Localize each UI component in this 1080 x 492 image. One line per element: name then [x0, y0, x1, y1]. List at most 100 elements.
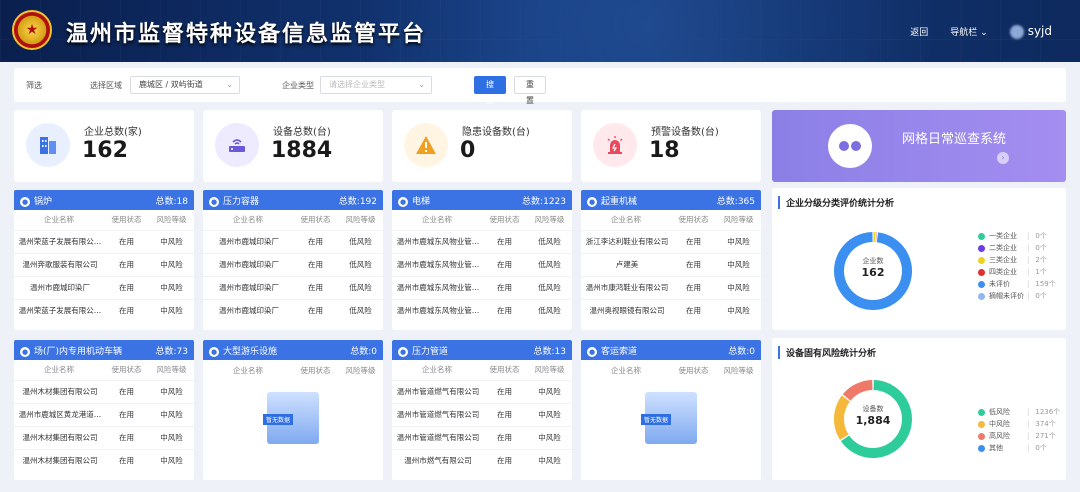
panel-total: 总数:13	[533, 344, 566, 357]
table-row[interactable]: 温州市管道燃气有限公司 在用 中风险	[392, 402, 572, 426]
legend-item[interactable]: 未评价 | 159个	[978, 278, 1056, 290]
status-cell: 在用	[293, 298, 338, 322]
risk-level-cell: 中风险	[149, 275, 194, 299]
legend-item[interactable]: 四类企业 | 1个	[978, 266, 1056, 278]
table-row[interactable]: 浙江李达利鞋业有限公司 在用 中风险	[581, 229, 761, 253]
legend-item[interactable]: 低风险 | 1236个	[978, 406, 1060, 418]
panel-table: 企业名称 使用状态 风险等级 温州市管道燃气有限公司 在用 中风险 温州市管道燃气有限公司在…	[392, 360, 572, 472]
back-link[interactable]: 返回	[910, 25, 928, 38]
table-row[interactable]: 温州市康鸿鞋业有限公司 在用 中风险	[581, 275, 761, 299]
enterprise-name-cell: 温州荣蓝子发展有限公…	[14, 298, 104, 322]
table-row[interactable]: 温州市鹿城印染厂 在用 低风险	[203, 252, 383, 276]
panel-header[interactable]: ● 锅炉 总数:18	[14, 190, 194, 210]
device-risk-analysis: 设备固有风险统计分析 设备数 1,884 低风险 | 1236个 中风险 | 374个 高风…	[772, 338, 1066, 480]
table-row[interactable]: 温州奔歌服装有限公司 在用 中风险	[14, 252, 194, 276]
donut-segment[interactable]	[842, 380, 873, 401]
panel-header[interactable]: ● 客运索道 总数:0	[581, 340, 761, 360]
table-row[interactable]: 温州市鹿城印染厂 在用 低风险	[203, 298, 383, 322]
table-row[interactable]: 温州市鹿城区黄龙港道… 在用 中风险	[14, 402, 194, 426]
region-select[interactable]: 鹿城区 / 双屿街道 ⌄	[130, 76, 240, 94]
table-row[interactable]: 温州市鹿城印染厂 在用 低风险	[203, 275, 383, 299]
panel-header[interactable]: ● 起重机械 总数:365	[581, 190, 761, 210]
column-header: 风险等级	[534, 365, 565, 375]
device-panel: ● 压力容器 总数:192 企业名称 使用状态 风险等级 温州市鹿城印染厂 在用 低风险 温州市鹿…	[203, 190, 383, 330]
panel-title-wrap: ● 压力容器	[209, 194, 259, 207]
arrow-right-icon[interactable]: ›	[997, 152, 1009, 164]
enterprise-name-cell: 温州市鹿城印染厂	[203, 298, 293, 322]
table-row[interactable]: 温州木材集团有限公司 在用 中风险	[14, 448, 194, 472]
panel-header[interactable]: ● 场(厂)内专用机动车辆 总数:73	[14, 340, 194, 360]
panel-header[interactable]: ● 压力管道 总数:13	[392, 340, 572, 360]
reset-button[interactable]: 重置	[514, 76, 546, 105]
column-header: 企业名称	[233, 215, 263, 225]
risk-level-cell: 中风险	[527, 402, 572, 426]
column-header: 企业名称	[233, 365, 263, 375]
user-menu[interactable]: syjd	[1009, 24, 1052, 39]
table-row[interactable]: 卢建美 在用 中风险	[581, 252, 761, 276]
forklift-icon: ●	[20, 346, 30, 357]
legend-value: 374个	[1035, 420, 1056, 428]
risk-level-cell: 中风险	[149, 448, 194, 472]
status-cell: 在用	[482, 379, 527, 403]
legend-item[interactable]: 高风险 | 271个	[978, 430, 1060, 442]
panel-header[interactable]: ● 大型游乐设施 总数:0	[203, 340, 383, 360]
column-header: 企业名称	[44, 215, 74, 225]
status-cell: 在用	[293, 229, 338, 253]
legend-dot	[978, 256, 985, 264]
legend-item[interactable]: 其他 | 0个	[978, 442, 1060, 454]
analysis-title: 设备固有风险统计分析	[778, 346, 876, 359]
table-row[interactable]: 温州木材集团有限公司 在用 中风险	[14, 425, 194, 449]
legend-item[interactable]: 三类企业 | 2个	[978, 254, 1056, 266]
risk-level-cell: 中风险	[149, 402, 194, 426]
panel-table: 企业名称 使用状态 风险等级 温州木材集团有限公司 在用 中风险 温州市鹿城区黄龙港道… 在用…	[14, 360, 194, 472]
table-row[interactable]: 温州市鹿城印染厂 在用 中风险	[14, 275, 194, 299]
table-row[interactable]: 温州市鹿城印染厂 在用 低风险	[203, 229, 383, 253]
table-row[interactable]: 温州荣蓝子发展有限公… 在用 中风险	[14, 229, 194, 253]
enterprise-name-cell: 温州市管道燃气有限公司	[392, 425, 482, 449]
separator: |	[1027, 292, 1030, 300]
panel-header[interactable]: ● 电梯 总数:1223	[392, 190, 572, 210]
filter-bar: 筛选 选择区域 鹿城区 / 双屿街道 ⌄ 企业类型 请选择企业类型 ⌄ 搜索 重…	[14, 68, 1066, 105]
legend-dot	[978, 408, 985, 416]
nav-menu[interactable]: 导航栏 ⌄	[950, 25, 987, 38]
donut-center-label: 企业数	[862, 257, 884, 265]
legend-item[interactable]: 中风险 | 374个	[978, 418, 1060, 430]
panel-title-wrap: ● 起重机械	[587, 194, 637, 207]
search-button[interactable]: 搜索	[474, 76, 506, 105]
legend-dot	[978, 244, 985, 252]
chevron-down-icon: ⌄	[226, 80, 233, 89]
table-row[interactable]: 温州奥视眼镜有限公司 在用 中风险	[581, 298, 761, 322]
status-cell: 在用	[104, 425, 149, 449]
panel-table: 企业名称 使用状态 风险等级 温州市鹿城印染厂 在用 低风险 温州市鹿城印染厂 在用 低风险 温州…	[203, 210, 383, 322]
legend-item[interactable]: 摘帽未评价 | 0个	[978, 290, 1056, 302]
status-cell: 在用	[482, 448, 527, 472]
table-row[interactable]: 温州市燃气有限公司 在用 中风险	[392, 448, 572, 472]
empty-document-icon: 暂无数据	[641, 392, 697, 444]
enterprise-name-cell: 温州市康鸿鞋业有限公司	[581, 275, 671, 299]
grid-inspection-banner[interactable]: 网格日常巡查系统 ›	[772, 110, 1066, 182]
separator: |	[1027, 444, 1030, 452]
panel-title: 锅炉	[34, 196, 53, 207]
table-row[interactable]: 温州木材集团有限公司 在用 中风险	[14, 379, 194, 403]
amusement-ride-icon: ●	[209, 346, 219, 357]
legend-label: 未评价	[989, 280, 1010, 288]
status-cell: 在用	[293, 252, 338, 276]
boiler-icon: ●	[20, 196, 30, 207]
legend-item[interactable]: 一类企业 | 0个	[978, 230, 1056, 242]
table-row[interactable]: 温州市鹿城东风物业管… 在用 低风险	[392, 298, 572, 322]
panel-header[interactable]: ● 压力容器 总数:192	[203, 190, 383, 210]
table-row[interactable]: 温州市管道燃气有限公司 在用 中风险	[392, 379, 572, 403]
legend-value: 2个	[1035, 256, 1047, 264]
table-row[interactable]: 温州市管道燃气有限公司 在用 中风险	[392, 425, 572, 449]
table-row[interactable]: 温州荣蓝子发展有限公… 在用 中风险	[14, 298, 194, 322]
table-row[interactable]: 温州市鹿城东风物业管… 在用 低风险	[392, 252, 572, 276]
enterprise-type-select[interactable]: 请选择企业类型 ⌄	[320, 76, 432, 94]
panel-title: 客运索道	[601, 346, 638, 357]
enterprise-grading-analysis: 企业分级分类评价统计分析 企业数 162 一类企业 | 0个 二类企业 | 0个 三类企业 |…	[772, 188, 1066, 330]
table-row[interactable]: 温州市鹿城东风物业管… 在用 低风险	[392, 275, 572, 299]
table-row[interactable]: 温州市鹿城东风物业管… 在用 低风险	[392, 229, 572, 253]
legend-item[interactable]: 二类企业 | 0个	[978, 242, 1056, 254]
risk-level-cell: 中风险	[149, 298, 194, 322]
panel-title-wrap: ● 压力管道	[398, 344, 448, 357]
panel-table: 企业名称 使用状态 风险等级	[581, 360, 761, 380]
